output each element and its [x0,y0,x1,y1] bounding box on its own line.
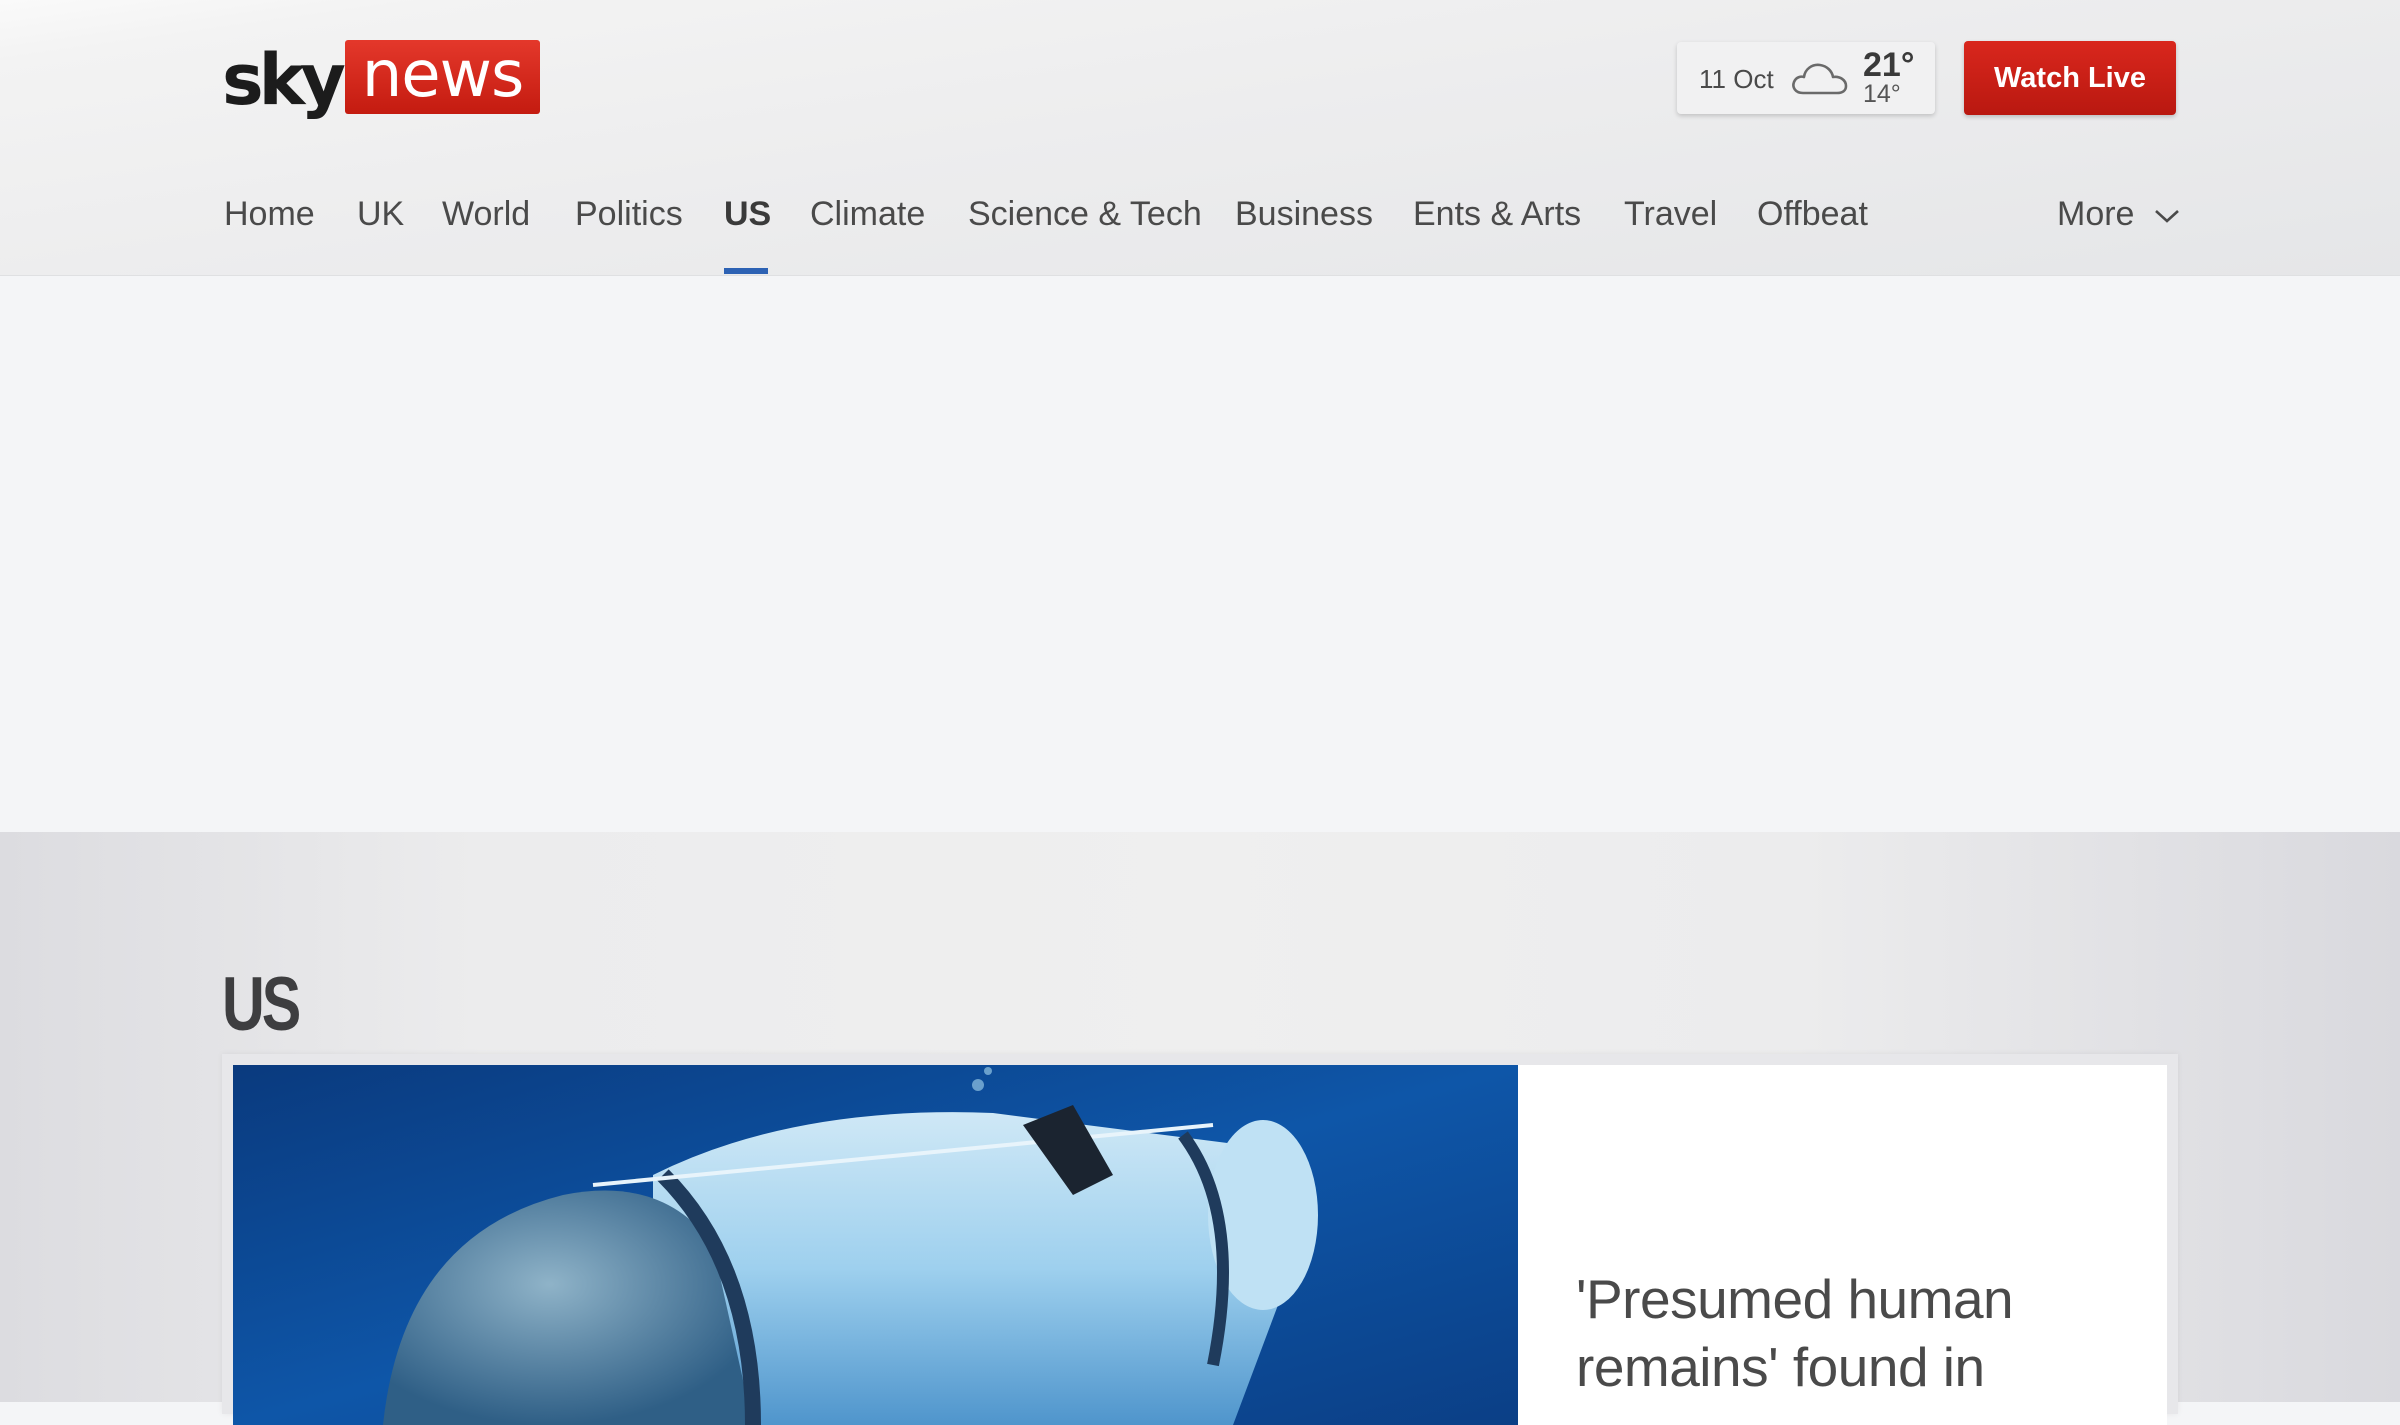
nav-item-business[interactable]: Business [1235,194,1373,234]
nav-item-climate[interactable]: Climate [810,194,925,234]
logo-news-text: news [345,40,540,114]
weather-widget[interactable]: 11 Oct 21° 14° [1677,42,1935,114]
logo-sky-text: sky [222,39,346,121]
nav-active-indicator [724,268,768,274]
nav-item-science-tech[interactable]: Science & Tech [968,194,1202,234]
lead-story-card[interactable]: 'Presumed human remains' found in [222,1054,2178,1425]
nav-more-label: More [2057,195,2135,233]
nav-item-ents-arts[interactable]: Ents & Arts [1413,194,1581,234]
section-title: US [222,961,301,1047]
nav-item-us[interactable]: US [724,194,771,234]
chevron-down-icon [2155,210,2179,223]
lead-story-text: 'Presumed human remains' found in [1518,1065,2167,1425]
nav-item-offbeat[interactable]: Offbeat [1757,194,1868,234]
nav-item-uk[interactable]: UK [357,194,404,234]
submersible-photo[interactable] [233,1065,1518,1425]
nav-more-button[interactable]: More [2057,194,2182,234]
ad-slot [0,277,2400,832]
sky-news-logo[interactable]: sky news [222,38,540,120]
site-header: sky news 11 Oct 21° 14° Watch Live Home … [0,0,2400,276]
weather-low-temp: 14° [1863,80,1901,108]
nav-item-home[interactable]: Home [224,194,315,234]
lead-story-headline[interactable]: 'Presumed human remains' found in [1576,1265,2136,1401]
weather-high-temp: 21° [1863,46,1915,84]
submersible-illustration [233,1065,1518,1425]
nav-item-world[interactable]: World [442,194,530,234]
main-nav: Home UK World Politics US Climate Scienc… [0,180,2400,276]
nav-item-travel[interactable]: Travel [1624,194,1717,234]
watch-live-button[interactable]: Watch Live [1964,41,2176,115]
nav-item-politics[interactable]: Politics [575,194,683,234]
weather-date: 11 Oct [1699,64,1774,94]
us-section: US 'Presumed human remains' found in [0,832,2400,1425]
cloud-icon [1792,63,1848,95]
